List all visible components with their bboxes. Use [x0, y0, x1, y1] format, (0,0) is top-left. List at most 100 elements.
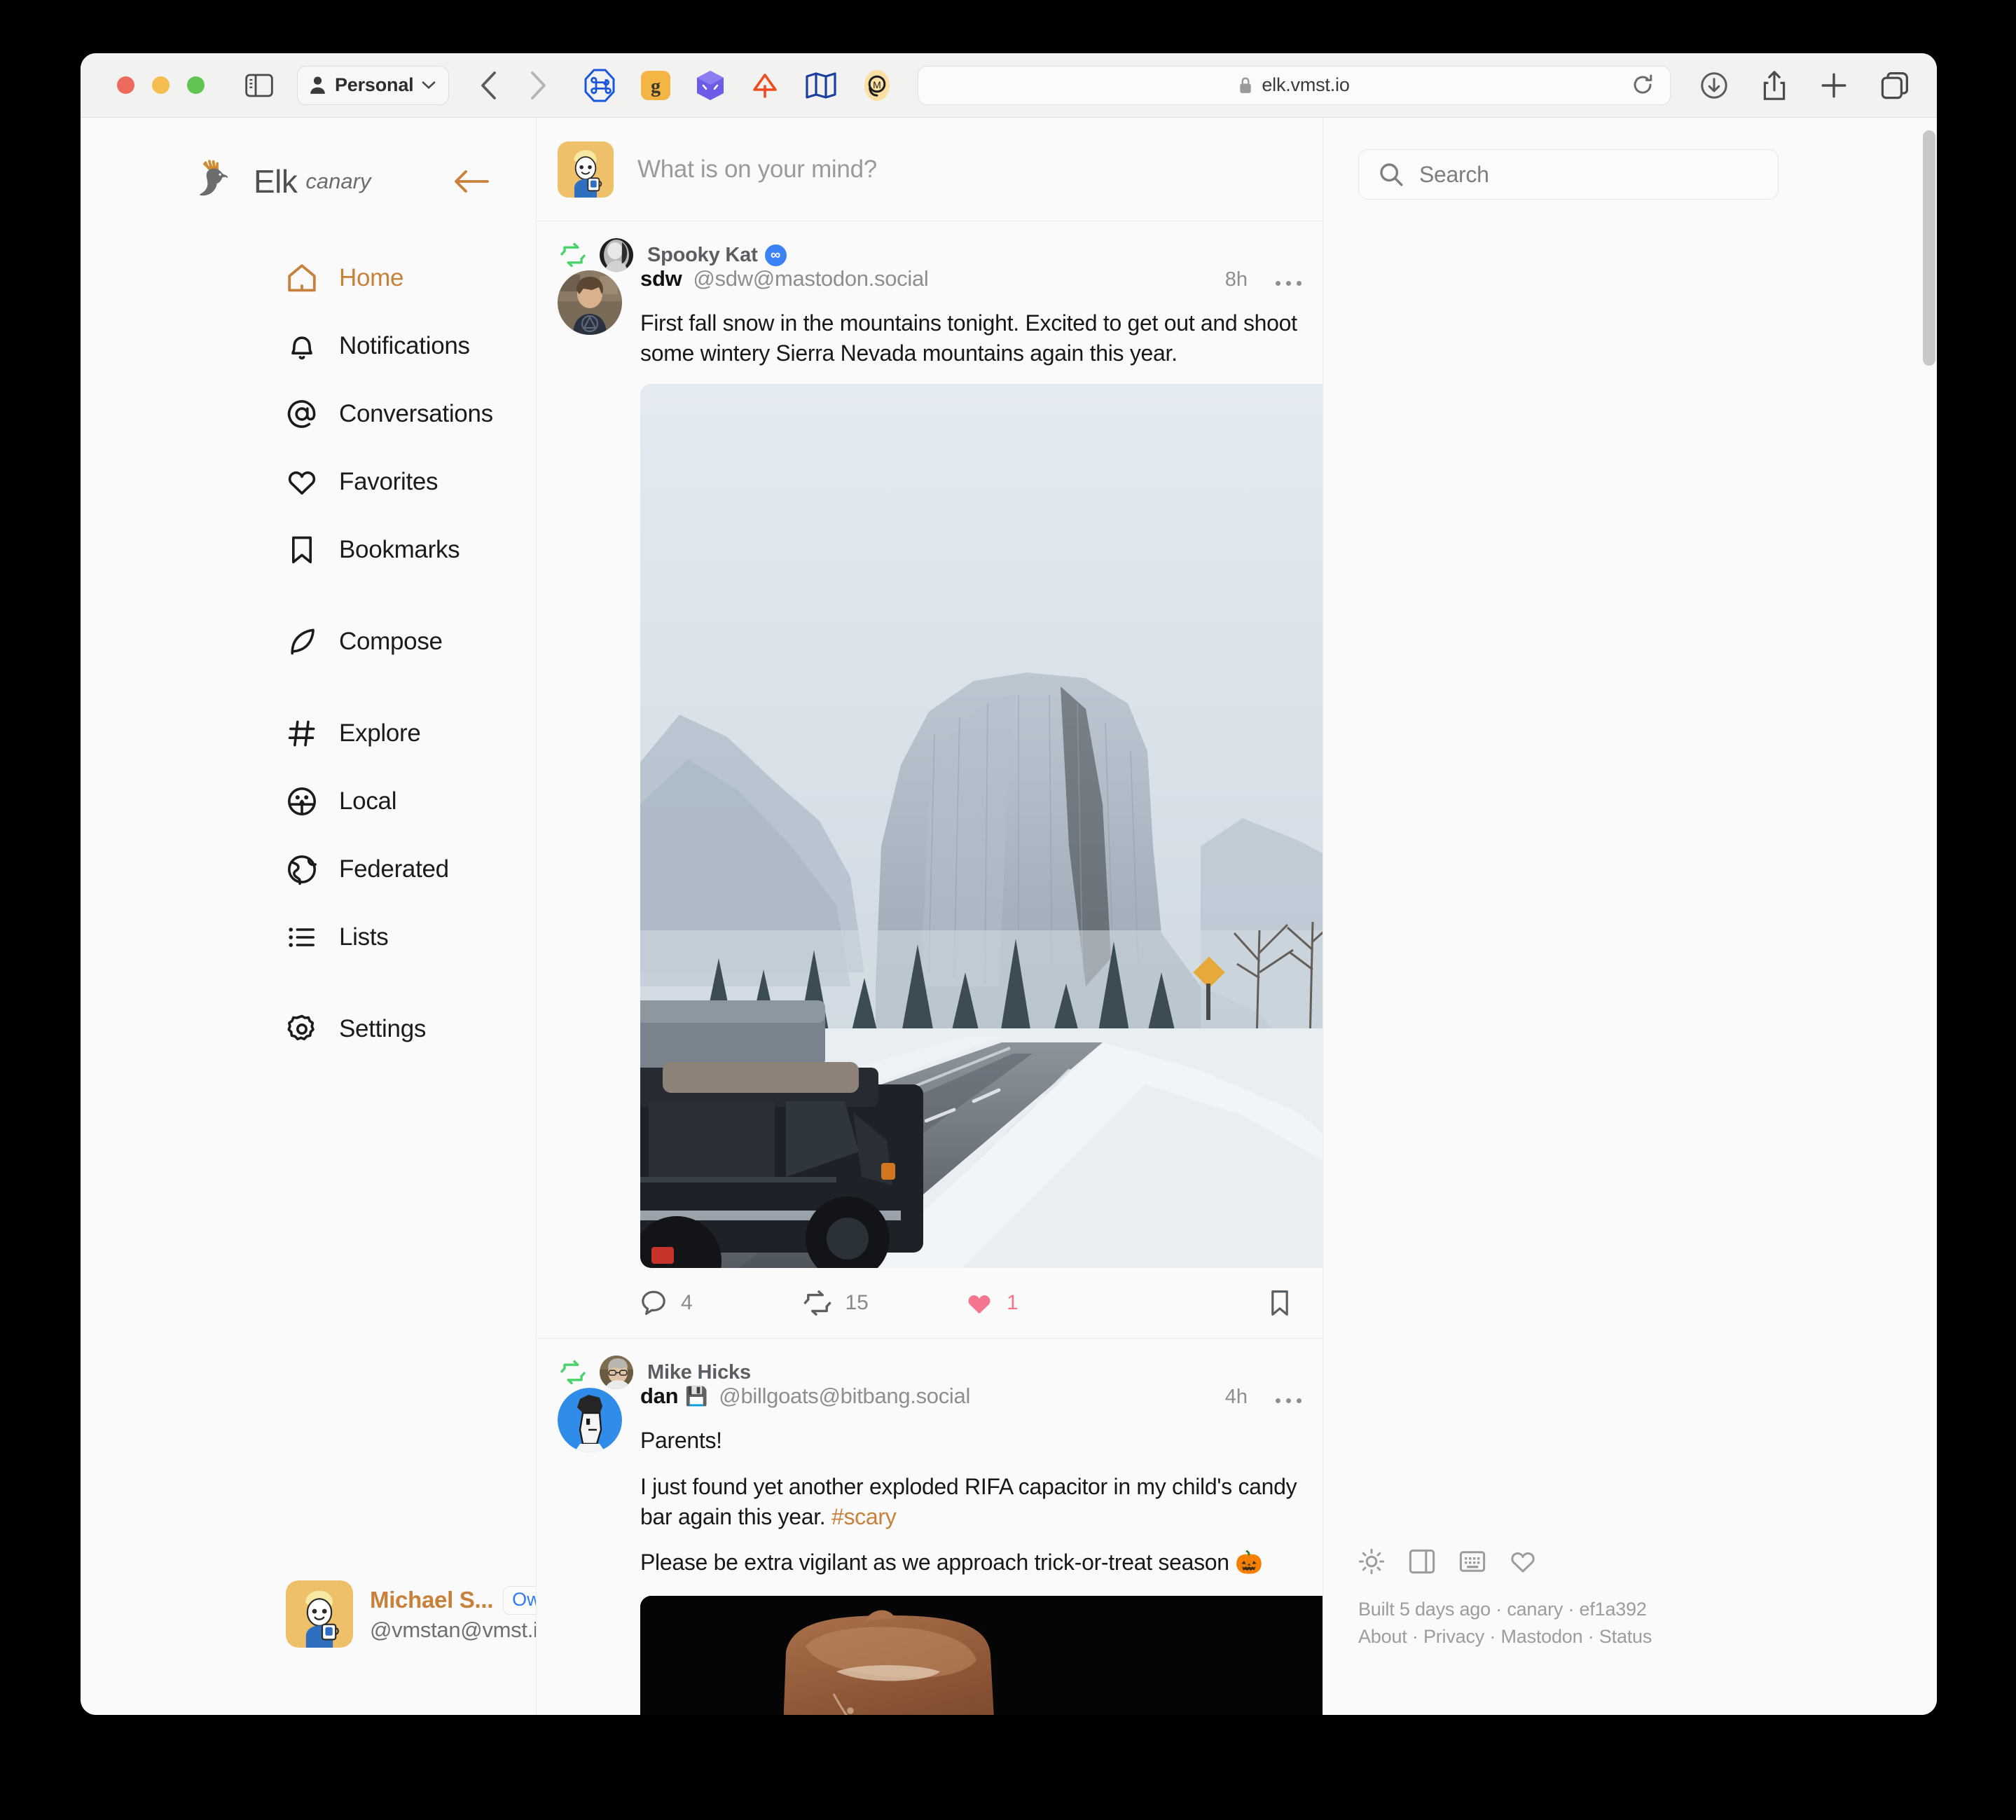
url-text: elk.vmst.io: [1262, 74, 1350, 95]
sidebar-item-label: Explore: [339, 719, 421, 747]
map-icon[interactable]: [805, 71, 837, 99]
globe-icon: [286, 853, 318, 885]
command-octagon-icon[interactable]: [584, 69, 616, 102]
hash-icon: [286, 717, 318, 750]
sidebar-item-conversations[interactable]: Conversations: [81, 380, 536, 448]
plus-icon[interactable]: [1821, 72, 1847, 99]
sidebar-item-notifications[interactable]: Notifications: [81, 312, 536, 380]
composer-placeholder[interactable]: What is on your mind?: [637, 156, 877, 184]
brand-header: Elk canary: [195, 158, 536, 205]
browser-window: Personal g M elk.vmst.io Elk canary Home…: [81, 53, 1937, 1715]
sidebar-item-local[interactable]: Local: [81, 767, 536, 835]
gear-icon: [286, 1013, 318, 1045]
composer-row[interactable]: What is on your mind?: [537, 118, 1323, 221]
avatar[interactable]: [558, 270, 622, 335]
minimize-window-button[interactable]: [152, 76, 170, 94]
post-item: Spooky Kat ∞ sdw @sdw@mastodon.social 8h…: [537, 221, 1323, 1339]
avatar[interactable]: [598, 237, 635, 273]
sidebar-item-bookmarks[interactable]: Bookmarks: [81, 516, 536, 584]
window-traffic-lights: [117, 76, 205, 94]
reply-button[interactable]: 4: [640, 1290, 803, 1316]
sidebar-item-explore[interactable]: Explore: [81, 699, 536, 767]
layout-panel-icon[interactable]: [1409, 1549, 1435, 1574]
mastodon-m-icon[interactable]: M: [862, 69, 892, 102]
search-icon: [1379, 162, 1404, 187]
avatar[interactable]: [598, 1354, 635, 1391]
post-handle[interactable]: @billgoats@bitbang.social: [719, 1384, 970, 1409]
timeline-column: What is on your mind? Spooky Kat ∞ sdw @…: [536, 118, 1323, 1715]
boost-count: 15: [845, 1291, 869, 1315]
sidebar-item-home[interactable]: Home: [81, 244, 536, 312]
brand-channel-label: canary: [305, 169, 371, 193]
post-timestamp: 4h: [1224, 1386, 1248, 1409]
sidebar-item-label: Home: [339, 263, 404, 291]
post-text: First fall snow in the mountains tonight…: [640, 310, 1297, 366]
back-chevron-icon[interactable]: [480, 71, 498, 100]
sidebar-divider-gap: [81, 584, 536, 607]
post-more-menu-icon[interactable]: [1276, 281, 1302, 286]
sidebar-item-label: Bookmarks: [339, 535, 460, 563]
at-icon: [286, 398, 318, 430]
share-icon[interactable]: [1762, 70, 1787, 101]
sidebar-item-settings[interactable]: Settings: [81, 995, 536, 1063]
page-scrollbar[interactable]: [1923, 130, 1935, 366]
bookmark-button[interactable]: [1129, 1289, 1292, 1317]
collapse-sidebar-icon[interactable]: [453, 169, 490, 194]
address-bar[interactable]: elk.vmst.io: [918, 65, 1671, 105]
footer-links[interactable]: About · Privacy · Mastodon · Status: [1358, 1623, 1652, 1650]
post-more-menu-icon[interactable]: [1276, 1398, 1302, 1404]
sun-icon[interactable]: [1358, 1548, 1385, 1575]
local-people-icon: [286, 785, 318, 818]
profile-switcher-button[interactable]: Personal: [297, 65, 450, 105]
search-placeholder: Search: [1419, 161, 1489, 187]
sidebar-item-lists[interactable]: Lists: [81, 903, 536, 971]
heart-icon: [286, 466, 318, 498]
close-window-button[interactable]: [117, 76, 134, 94]
heart-outline-icon[interactable]: [1510, 1549, 1536, 1574]
raycast-icon[interactable]: [750, 71, 780, 100]
floppy-disk-emoji-icon: 💾: [685, 1386, 708, 1407]
hashtag-link[interactable]: #scary: [831, 1504, 897, 1529]
post-action-bar: 4 15 1: [640, 1268, 1302, 1338]
post-handle[interactable]: @sdw@mastodon.social: [693, 266, 928, 291]
favorite-button[interactable]: 1: [966, 1290, 1129, 1316]
sidebar-item-label: Federated: [339, 855, 449, 883]
forward-chevron-icon[interactable]: [529, 71, 547, 100]
keyboard-icon[interactable]: [1459, 1549, 1486, 1574]
sidebar-item-favorites[interactable]: Favorites: [81, 448, 536, 516]
sidebar-item-label: Conversations: [339, 399, 493, 427]
post-display-name[interactable]: sdw: [640, 266, 682, 291]
avatar[interactable]: [558, 1388, 622, 1453]
post-header: sdw @sdw@mastodon.social 8h: [640, 266, 1302, 303]
list-icon: [286, 921, 318, 953]
reload-icon[interactable]: [1632, 74, 1653, 97]
bell-icon: [286, 330, 318, 362]
elk-app: Elk canary Home Notifications Conversati…: [81, 118, 1937, 1715]
svg-text:g: g: [651, 75, 661, 97]
profile-name-label: Personal: [335, 74, 414, 95]
sidebar-toggle-icon[interactable]: [245, 74, 273, 97]
lock-icon: [1238, 76, 1252, 94]
post-body: dan 💾 @billgoats@bitbang.social 4h Paren…: [558, 1384, 1323, 1715]
app-footer: Built 5 days ago · canary · ef1a392 Abou…: [1358, 1548, 1652, 1650]
post-timestamp: 8h: [1224, 268, 1248, 291]
tab-overview-icon[interactable]: [1881, 71, 1909, 99]
post-paragraph: Parents!: [640, 1428, 722, 1454]
sidebar-item-federated[interactable]: Federated: [81, 835, 536, 903]
favorite-count: 1: [1007, 1291, 1019, 1315]
maximize-window-button[interactable]: [187, 76, 205, 94]
navigation-arrows: [480, 71, 547, 100]
post-media-image[interactable]: [640, 384, 1323, 1269]
infinity-badge-icon: ∞: [764, 244, 787, 266]
current-user-name: Michael S...: [370, 1587, 494, 1613]
search-input[interactable]: Search: [1358, 149, 1779, 200]
post-display-name[interactable]: dan 💾: [640, 1384, 708, 1409]
sidebar-item-compose[interactable]: Compose: [81, 607, 536, 675]
boosted-by-label: Mike Hicks: [647, 1360, 751, 1384]
post-media-image[interactable]: [640, 1596, 1323, 1715]
boost-button[interactable]: 15: [803, 1290, 967, 1316]
footer-icon-row: [1358, 1548, 1652, 1575]
one-password-icon[interactable]: [696, 69, 725, 102]
download-icon[interactable]: [1700, 71, 1728, 99]
grammarly-icon[interactable]: g: [641, 70, 671, 100]
